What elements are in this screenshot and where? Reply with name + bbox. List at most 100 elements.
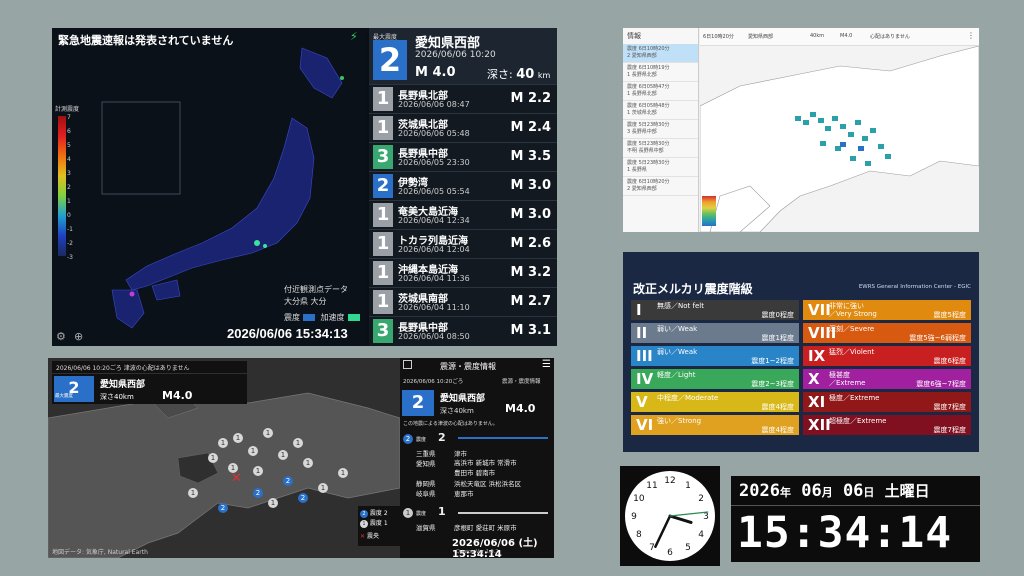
clock-number: 2: [698, 494, 704, 504]
history-intensity: 1: [373, 203, 393, 227]
info-header-depth: 40km: [810, 33, 825, 39]
history-magnitude: M 3.5: [510, 149, 552, 164]
history-row[interactable]: 1 奄美大島近海 2026/06/04 12:34 M 3.0: [369, 200, 557, 228]
info-list-item[interactable]: 震度 6日05時48分 1 茨城県北部: [623, 101, 698, 120]
history-intensity: 1: [373, 116, 393, 140]
mercalli-numeral: X: [808, 370, 820, 388]
mercalli-jp: 震度6強~7程度: [916, 380, 966, 388]
clock-number: 4: [698, 530, 704, 540]
history-time: 2026/06/04 12:04: [398, 245, 470, 254]
scale-tick: 4: [67, 156, 71, 163]
info-list-item[interactable]: 震度 6日10時19分 1 長野県北部: [623, 63, 698, 82]
history-row[interactable]: 1 長野県北部 2026/06/06 08:47 M 2.2: [369, 84, 557, 112]
info-header: 6日10時20分 愛知県西部 40km M4.0 心配はありません ⋮: [700, 28, 979, 46]
detail-time: 2026/06/06 10:20ごろ: [403, 379, 464, 385]
info-list-item[interactable]: 震度 5日23時30分 3 長野県中部: [623, 120, 698, 139]
eew-status-text: 緊急地震速報は発表されていません: [58, 34, 234, 47]
mercalli-level: VII 非常に強い ／Very Strong 震度5程度: [803, 300, 971, 320]
history-row[interactable]: 3 長野県中部 2026/06/04 08:50 M 3.1: [369, 316, 557, 344]
lvl1-bar: [458, 512, 548, 514]
info-list-item[interactable]: 震度 5日23時30分 1 長野県: [623, 158, 698, 177]
history-intensity: 1: [373, 290, 393, 314]
mercalli-numeral: V: [636, 393, 648, 411]
history-magnitude: M 2.7: [510, 294, 552, 309]
history-time: 2026/06/06 08:47: [398, 100, 470, 109]
scale-title: 計測震度: [55, 106, 80, 113]
menu-icon[interactable]: ☰: [542, 359, 551, 370]
history-intensity: 1: [373, 232, 393, 256]
history-row[interactable]: 2 伊勢湾 2026/06/05 05:54 M 3.0: [369, 171, 557, 199]
main-clock: 2026/06/06 15:34:13: [227, 326, 348, 341]
info-header-mag: M4.0: [840, 33, 853, 39]
lvl2-bar: [458, 437, 548, 439]
info-list-item[interactable]: 震度 6日10時20分 2 愛知県西部: [623, 44, 698, 63]
mercalli-jp: 震度7程度: [933, 426, 966, 434]
history-magnitude: M 3.0: [510, 178, 552, 193]
detail-depth: 深さ40km: [440, 407, 474, 415]
history-row[interactable]: 1 トカラ列島近海 2026/06/04 12:04 M 2.6: [369, 229, 557, 257]
history-row[interactable]: 1 沖縄本島近海 2026/06/04 11:36 M 3.2: [369, 258, 557, 286]
detail-title: 震源・震度情報: [440, 362, 496, 371]
detail-note: この地震による津波の心配はありません。: [403, 421, 498, 427]
history-time: 2026/06/04 12:34: [398, 216, 470, 225]
latest-quake[interactable]: 最大震度 2 愛知県西部 2026/06/06 10:20 M 4.0 深さ: …: [369, 28, 557, 84]
info-list-item[interactable]: 震度 5日23時30分 不明 長野県中部: [623, 139, 698, 158]
regional-epicenter: 愛知県西部: [100, 380, 146, 390]
mercalli-numeral: IX: [808, 347, 826, 365]
location-icon[interactable]: ⊕: [74, 330, 83, 343]
legend-epicenter-label: 震央: [366, 533, 379, 540]
epicenter-icon: ✕: [231, 471, 242, 486]
history-magnitude: M 2.2: [510, 91, 552, 106]
info-header-tsunami: 心配はありません: [870, 34, 910, 40]
mercalli-label: 中程度／Moderate: [657, 394, 719, 402]
cities-aichi: 高浜市 新城市 常滑市 豊田市 碧南市: [454, 459, 517, 477]
history-time: 2026/06/04 11:10: [398, 303, 470, 312]
mercalli-numeral: VII: [808, 301, 831, 319]
scale-tick: 7: [67, 114, 71, 121]
info-list-item[interactable]: 震度 6日10時20分 2 愛知県西部: [623, 177, 698, 196]
lvl1-value: 1: [438, 505, 446, 518]
history-row[interactable]: 1 茨城県南部 2026/06/04 11:10 M 2.7: [369, 287, 557, 315]
history-time: 2026/06/05 23:30: [398, 158, 470, 167]
mercalli-label: 強い／Strong: [657, 417, 702, 425]
analog-clock-face: 12 12 3 45 6 78 9 1011: [625, 471, 715, 561]
mercalli-level: V 中程度／Moderate 震度4程度: [631, 392, 799, 412]
settings-icon[interactable]: ⚙: [56, 330, 66, 343]
cities-gifu: 恵那市: [454, 490, 474, 498]
checkbox[interactable]: [403, 360, 412, 369]
legend-shindo-label: 震度: [284, 313, 300, 322]
legend-1-label: 震度 1: [369, 520, 388, 527]
info-header-place: 愛知県西部: [748, 34, 774, 40]
menu-icon[interactable]: ⋮: [967, 31, 975, 40]
detail-tag: 震源・震度情報: [502, 379, 541, 385]
mercalli-level: IX 猛烈／Violent 震度6程度: [803, 346, 971, 366]
history-magnitude: M 3.0: [510, 207, 552, 222]
info-window: 情報 震度 6日10時20分 2 愛知県西部 震度 6日10時19分 1 長野県北…: [623, 28, 979, 232]
mercalli-jp: 震度5強~6弱程度: [909, 334, 966, 342]
mercalli-jp: 震度1程度: [761, 334, 794, 342]
intensity-scale: 計測震度 7 6 5 4 3 2 1 0 -1 -2 -3: [55, 104, 80, 294]
mercalli-label: 非常に強い ／Very Strong: [829, 302, 877, 318]
clock-number: 3: [703, 512, 709, 522]
info-legend: [702, 196, 716, 226]
mercalli-numeral: II: [636, 324, 648, 342]
mercalli-level: I 無感／Not felt 震度0程度: [631, 300, 799, 320]
cities-mie: 津市: [454, 450, 467, 458]
scale-tick: 0: [67, 212, 71, 219]
digital-date: 2026年 06月 06日 土曜日: [739, 481, 930, 501]
pref-shiga: 滋賀県: [416, 524, 436, 532]
mercalli-level: VIII 深刻／Severe 震度5強~6弱程度: [803, 323, 971, 343]
history-row[interactable]: 3 長野県中部 2026/06/05 23:30 M 3.5: [369, 142, 557, 170]
mercalli-title: 改正メルカリ震度階級: [633, 282, 753, 296]
pref-shizuoka: 静岡県: [416, 480, 436, 488]
mercalli-level: XI 極度／Extreme 震度7程度: [803, 392, 971, 412]
nearby-station-value: 大分県 大分: [284, 297, 327, 306]
mercalli-numeral: IV: [636, 370, 654, 388]
history-magnitude: M 3.1: [510, 323, 552, 338]
regional-magnitude: M4.0: [162, 389, 193, 402]
info-list-item[interactable]: 震度 6日05時47分 1 長野県北部: [623, 82, 698, 101]
latest-time: 2026/06/06 10:20: [415, 50, 496, 60]
history-row[interactable]: 1 茨城県北部 2026/06/06 05:48 M 2.4: [369, 113, 557, 141]
lvl1-badge: 1: [403, 508, 413, 518]
cities-shiga: 彦根町 愛荘町 米原市: [454, 524, 517, 532]
